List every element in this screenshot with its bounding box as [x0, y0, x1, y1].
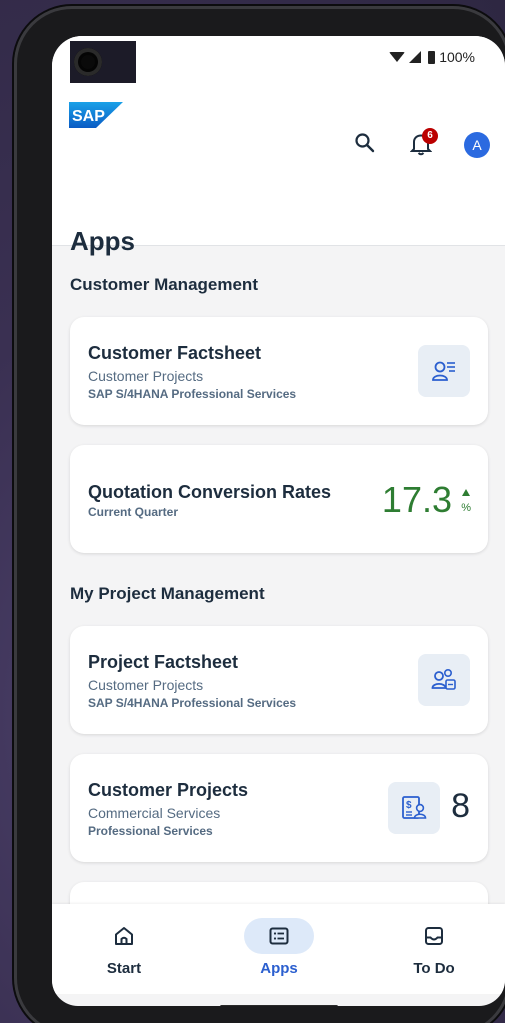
bottom-navigation: Start Apps To Do — [52, 904, 505, 994]
apps-icon — [269, 927, 289, 945]
card-customer-factsheet[interactable]: Customer Factsheet Customer Projects SAP… — [70, 317, 488, 425]
card-quotation-conversion-rates[interactable]: Quotation Conversion Rates Current Quart… — [70, 445, 488, 553]
nav-icon-wrap — [399, 918, 469, 954]
app-screen: 100% SAP 6 A Apps Customer Management Cu… — [52, 36, 505, 1006]
status-icons: 100% — [389, 49, 475, 65]
nav-label-todo: To Do — [413, 960, 455, 977]
card-title: Customer Factsheet — [88, 343, 262, 363]
kpi-unit: % — [461, 502, 471, 514]
svg-text:$: $ — [406, 800, 412, 811]
section-title-my-project-management: My Project Management — [70, 584, 265, 603]
card-title: Project Factsheet — [88, 652, 239, 672]
notification-badge: 6 — [422, 128, 438, 144]
inbox-icon — [425, 927, 443, 945]
phone-frame: 100% SAP 6 A Apps Customer Management Cu… — [14, 6, 505, 1023]
project-factsheet-icon — [418, 654, 470, 706]
page-title: Apps — [70, 226, 135, 256]
customer-projects-icon: $ — [388, 782, 440, 834]
home-indicator — [220, 1005, 338, 1006]
nav-start[interactable]: Start — [79, 918, 169, 977]
card-subtitle: Commercial Services — [88, 805, 221, 821]
kpi-value: 17.3 — [381, 479, 452, 520]
card-detail: SAP S/4HANA Professional Services — [88, 696, 297, 710]
nav-label-apps: Apps — [260, 960, 298, 977]
card-detail: Professional Services — [88, 824, 213, 838]
item-count: 8 — [451, 787, 470, 825]
card-title: Customer Projects — [88, 780, 249, 800]
card-detail: Current Quarter — [88, 505, 179, 519]
wifi-icon — [389, 52, 406, 62]
sap-logo-text: SAP — [72, 108, 105, 125]
sap-logo[interactable]: SAP — [69, 102, 123, 128]
card-customer-projects[interactable]: Customer Projects Commercial Services Pr… — [70, 754, 488, 862]
camera-lens — [74, 48, 102, 76]
battery-icon — [428, 50, 436, 64]
section-title-customer-management: Customer Management — [70, 275, 258, 294]
home-icon — [115, 927, 133, 945]
card-subtitle: Customer Projects — [88, 677, 204, 693]
nav-icon-wrap-active — [244, 918, 314, 954]
search-icon[interactable] — [354, 132, 376, 154]
card-detail: SAP S/4HANA Professional Services — [88, 387, 297, 401]
nav-apps[interactable]: Apps — [234, 918, 324, 977]
card-project-factsheet[interactable]: Project Factsheet Customer Projects SAP … — [70, 626, 488, 734]
signal-icon — [409, 51, 422, 63]
user-avatar[interactable]: A — [464, 132, 490, 158]
app-header: SAP 6 A Apps — [52, 80, 505, 256]
nav-icon-wrap — [89, 918, 159, 954]
battery-level: 100% — [439, 49, 475, 65]
nav-todo[interactable]: To Do — [389, 918, 479, 977]
customer-factsheet-icon — [418, 345, 470, 397]
camera-cutout — [70, 41, 136, 83]
card-subtitle: Customer Projects — [88, 368, 204, 384]
nav-label-start: Start — [106, 960, 142, 977]
trend-up-icon — [462, 489, 470, 496]
card-title: Quotation Conversion Rates — [88, 482, 332, 502]
